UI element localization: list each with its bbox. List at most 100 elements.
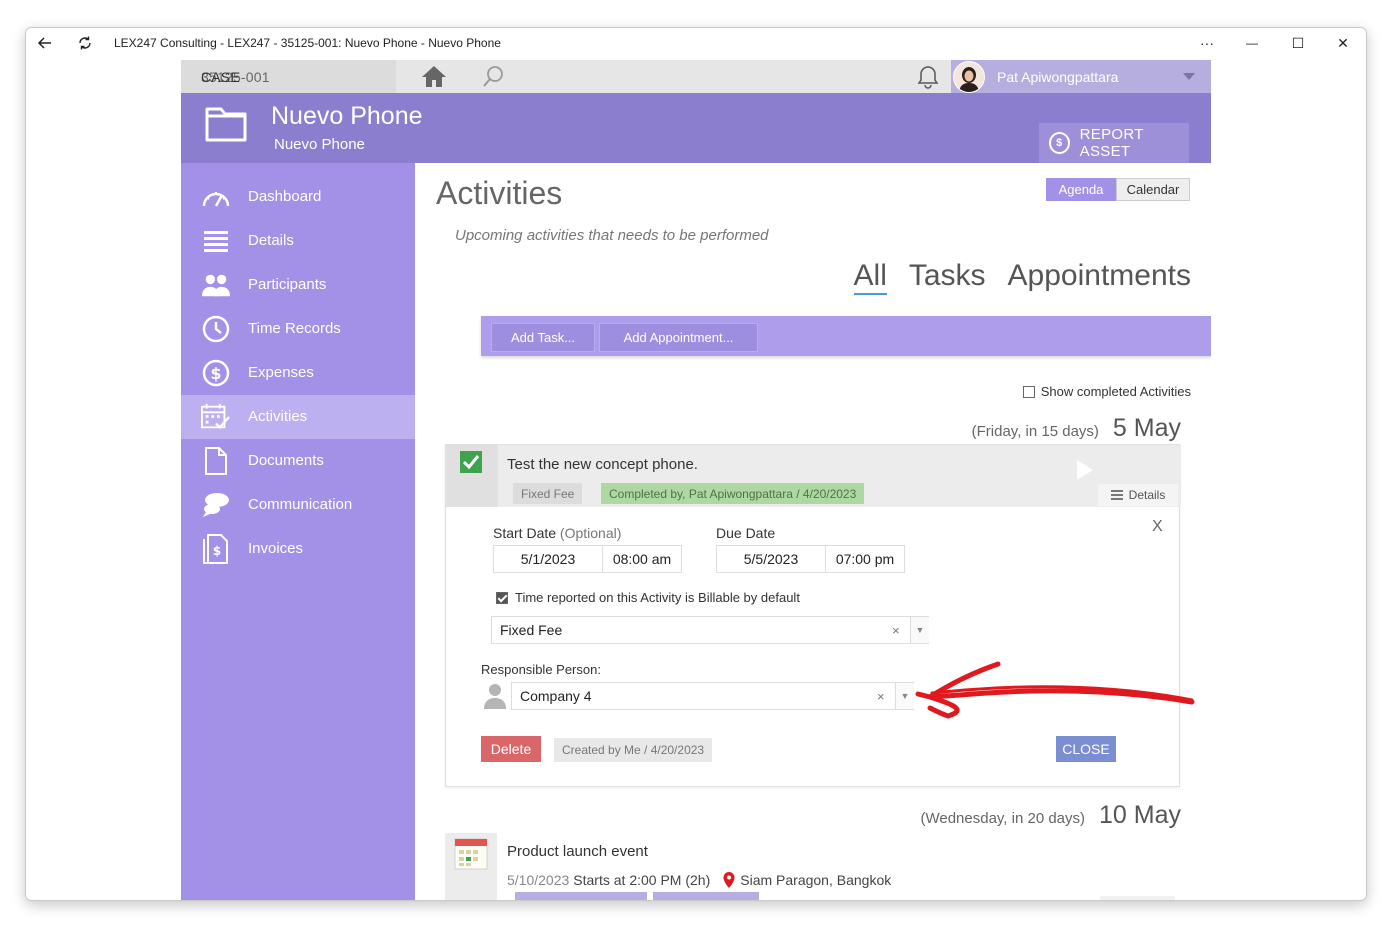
list-icon [1110, 490, 1123, 500]
main-content: Activities Upcoming activities that need… [415, 163, 1211, 900]
bell-icon[interactable] [916, 64, 940, 95]
billing-type-value: Fixed Fee [500, 622, 563, 638]
chevron-down-icon[interactable]: ▼ [895, 683, 914, 709]
play-icon[interactable] [1075, 458, 1095, 487]
filter-tabs: All Tasks Appointments [853, 259, 1191, 295]
clock-icon [201, 314, 231, 344]
add-appointment-button[interactable]: Add Appointment... [599, 323, 758, 352]
calendar-icon [454, 838, 488, 870]
close-window-button[interactable]: ✕ [1320, 28, 1366, 58]
due-date-input[interactable]: 5/5/2023 [716, 545, 826, 573]
agenda-view-button[interactable]: Agenda [1046, 178, 1116, 201]
sidebar-item-time-records[interactable]: Time Records [181, 307, 415, 351]
sidebar-item-label: Activities [248, 408, 308, 425]
sidebar-item-dashboard[interactable]: Dashboard [181, 175, 415, 219]
show-completed-checkbox[interactable] [1022, 385, 1035, 398]
delete-button[interactable]: Delete [481, 736, 541, 762]
sidebar-item-invoices[interactable]: $ Invoices [181, 527, 415, 571]
date-group-header: (Friday, in 15 days) 5 May [972, 414, 1181, 443]
back-arrow-icon[interactable] [30, 28, 60, 58]
document-icon [201, 446, 231, 476]
date-label: 5 May [1112, 414, 1181, 442]
svg-text:$: $ [210, 364, 221, 383]
billing-type-select[interactable]: Fixed Fee × ▼ [491, 616, 929, 644]
chevron-down-icon[interactable]: ▼ [910, 617, 929, 643]
appointment-item[interactable]: Product launch event 5/10/2023 Starts at… [445, 833, 1180, 900]
appointment-location: Siam Paragon, Bangkok [740, 872, 892, 888]
appointment-title: Product launch event [507, 843, 648, 860]
dollar-icon: $ [201, 358, 231, 388]
tab-appointments[interactable]: Appointments [1008, 259, 1191, 295]
billable-checkbox[interactable] [496, 591, 508, 604]
list-icon [201, 226, 231, 256]
top-bar: CASE 35125-001 Pat Apiwongpattara [181, 60, 1211, 93]
clear-icon[interactable]: × [892, 623, 900, 638]
start-date-input[interactable]: 5/1/2023 [493, 545, 603, 573]
appointment-tag [653, 892, 759, 900]
title-bar: LEX247 Consulting - LEX247 - 35125-001: … [26, 28, 1366, 58]
completed-tag: Completed by, Pat Apiwongpattara / 4/20/… [601, 483, 865, 504]
sidebar-item-communication[interactable]: Communication [181, 483, 415, 527]
task-status[interactable] [446, 445, 498, 507]
chat-icon [201, 490, 231, 520]
sidebar-item-label: Details [248, 232, 294, 249]
app-window: LEX247 Consulting - LEX247 - 35125-001: … [25, 27, 1367, 901]
more-options-button[interactable]: ··· [1184, 28, 1230, 58]
billable-label: Time reported on this Activity is Billab… [515, 590, 800, 605]
avatar [953, 60, 985, 93]
map-pin-icon [723, 872, 735, 888]
sidebar-item-documents[interactable]: Documents [181, 439, 415, 483]
clear-icon[interactable]: × [877, 689, 885, 704]
due-time-input[interactable]: 07:00 pm [825, 545, 905, 573]
folder-icon [205, 105, 247, 148]
maximize-button[interactable]: ☐ [1275, 28, 1321, 58]
details-button[interactable]: Details [1098, 484, 1178, 506]
fee-tag: Fixed Fee [513, 483, 583, 504]
sidebar-item-label: Expenses [248, 364, 314, 381]
start-date-text: Start Date [493, 525, 557, 541]
checkbox-checked-icon[interactable] [446, 445, 498, 507]
gauge-icon [201, 182, 231, 212]
start-time-input[interactable]: 08:00 am [602, 545, 682, 573]
show-completed-toggle[interactable]: Show completed Activities [1022, 384, 1191, 399]
minimize-button[interactable]: — [1229, 28, 1275, 58]
responsible-person-select[interactable]: Company 4 × ▼ [511, 682, 914, 710]
tab-all[interactable]: All [853, 259, 887, 295]
invoice-icon: $ [201, 534, 231, 564]
show-completed-label: Show completed Activities [1040, 384, 1191, 399]
case-subtitle: Nuevo Phone [274, 136, 365, 153]
billable-toggle[interactable]: Time reported on this Activity is Billab… [496, 590, 800, 605]
sidebar-item-label: Time Records [248, 320, 341, 337]
page-title: Activities [436, 175, 563, 211]
person-icon [483, 682, 507, 715]
chevron-down-icon[interactable] [1183, 73, 1195, 80]
details-label: Details [1128, 488, 1166, 502]
home-icon[interactable] [421, 64, 447, 93]
appointment-details-button[interactable] [1100, 896, 1175, 900]
appointment-date: 5/10/2023 [507, 872, 570, 888]
user-menu[interactable]: Pat Apiwongpattara [951, 60, 1211, 93]
app-content: CASE 35125-001 Pat Apiwongpattara Nuevo … [181, 60, 1211, 900]
appointment-tag [515, 892, 647, 900]
calendar-view-button[interactable]: Calendar [1116, 178, 1190, 201]
sidebar-item-label: Participants [248, 276, 327, 293]
search-icon[interactable] [481, 65, 505, 94]
date-relative: (Friday, in 15 days) [971, 423, 1099, 440]
task-header[interactable]: Test the new concept phone. Fixed Fee Co… [446, 445, 1181, 507]
task-card: Test the new concept phone. Fixed Fee Co… [445, 444, 1181, 787]
close-button[interactable]: CLOSE [1056, 736, 1116, 762]
close-icon[interactable]: X [1152, 518, 1163, 536]
sidebar-item-activities[interactable]: Activities [181, 395, 415, 439]
sidebar-item-details[interactable]: Details [181, 219, 415, 263]
people-icon [201, 270, 231, 300]
user-name: Pat Apiwongpattara [997, 68, 1119, 85]
tab-tasks[interactable]: Tasks [909, 259, 986, 295]
report-asset-label: REPORT ASSET [1079, 126, 1144, 160]
add-task-button[interactable]: Add Task... [491, 323, 595, 352]
created-by-tag: Created by Me / 4/20/2023 [554, 738, 713, 762]
report-asset-button[interactable]: $ REPORT ASSET [1039, 123, 1189, 163]
sidebar-item-expenses[interactable]: $ Expenses [181, 351, 415, 395]
refresh-icon[interactable] [70, 28, 100, 58]
sidebar-item-participants[interactable]: Participants [181, 263, 415, 307]
action-bar: Add Task... Add Appointment... [481, 316, 1211, 356]
